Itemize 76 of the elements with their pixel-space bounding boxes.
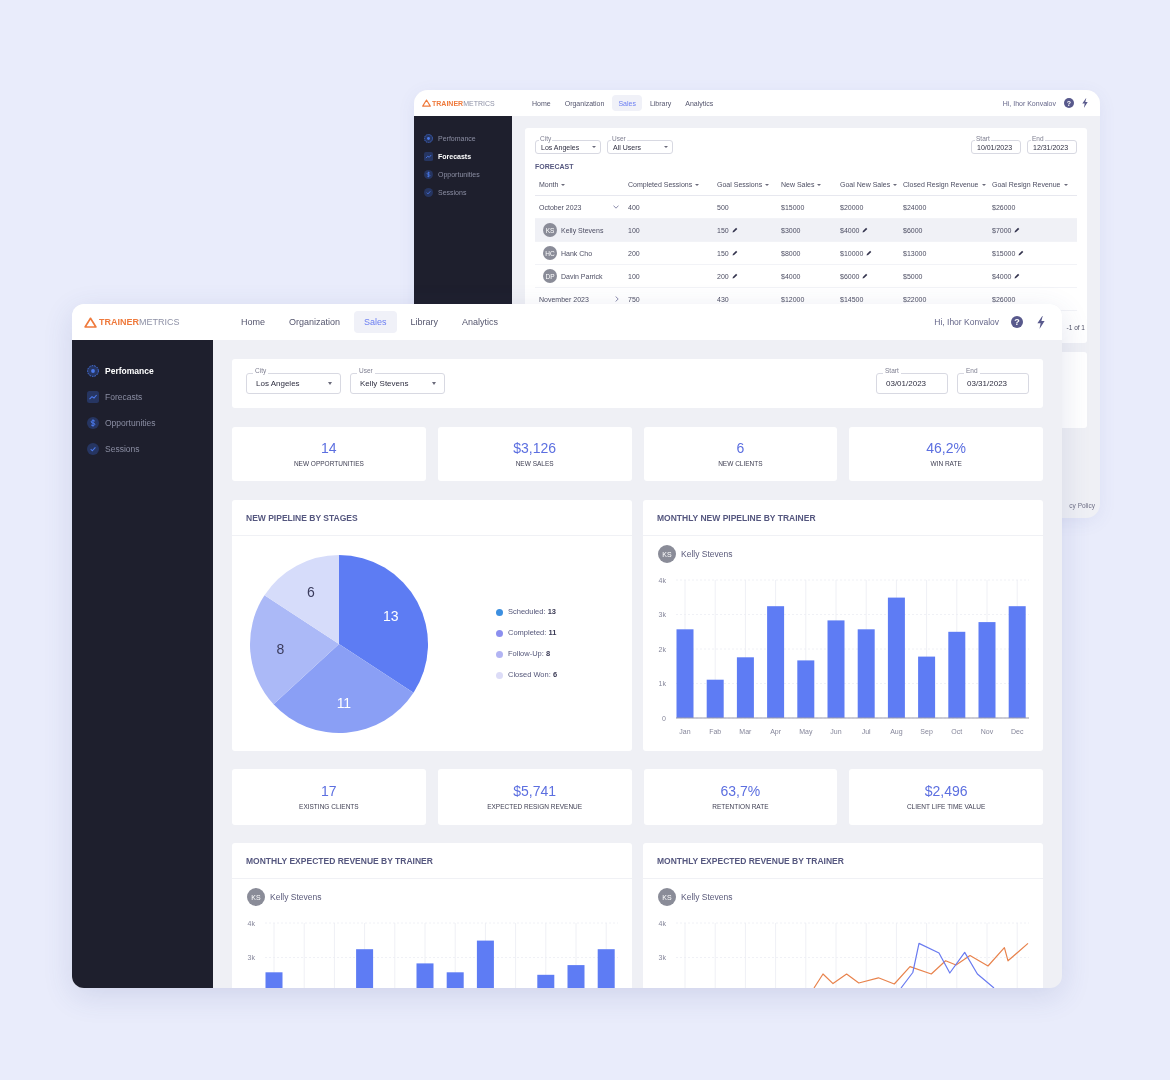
- stat-value: 63,7%: [720, 783, 761, 798]
- trainer-name: Kelly Stevens: [270, 892, 322, 902]
- pencil-icon[interactable]: [731, 250, 738, 256]
- stat-value: $2,496: [924, 783, 968, 798]
- stat-value: 14: [321, 440, 337, 455]
- sidebar-item[interactable]: Forecasts: [87, 390, 143, 404]
- chart-bar: [797, 660, 815, 718]
- chart-bar: [706, 679, 724, 718]
- stat-value: 17: [321, 783, 337, 798]
- caret-icon: [765, 183, 770, 186]
- chart-bar: [597, 949, 615, 988]
- user-greeting: Hi, Ihor Konvalov: [934, 317, 999, 327]
- pencil-icon[interactable]: [731, 227, 738, 233]
- trainer-name: Kelly Stevens: [681, 892, 733, 902]
- trend-chart-icon: [424, 151, 433, 161]
- caret-icon: [817, 183, 822, 186]
- caret-icon: [592, 146, 596, 148]
- caret-icon: [664, 146, 668, 148]
- pencil-icon[interactable]: [1014, 273, 1021, 279]
- nav-tab[interactable]: Library: [400, 311, 449, 333]
- triangle-logo-icon: [422, 99, 431, 107]
- caret-icon: [432, 382, 436, 385]
- slice-label: 11: [336, 694, 352, 710]
- pencil-icon[interactable]: [866, 250, 873, 256]
- chart-bar: [416, 963, 434, 988]
- trainer-name: Kelly Stevens: [681, 549, 733, 559]
- triangle-logo-icon: [84, 316, 97, 328]
- slice-label: 13: [382, 607, 399, 624]
- sidebar-item[interactable]: Perfomance: [87, 364, 154, 378]
- chart-bar: [265, 972, 283, 988]
- lightning-icon[interactable]: [1037, 315, 1045, 329]
- caret-icon: [561, 183, 566, 186]
- chart-bar: [567, 965, 585, 988]
- sidebar-item[interactable]: Sessions: [87, 442, 140, 456]
- caret-icon: [328, 382, 332, 385]
- stat-value: $5,741: [513, 783, 557, 798]
- chart-bar: [736, 657, 754, 718]
- sidebar-item[interactable]: Opportunities: [87, 416, 156, 430]
- chart-bar: [356, 949, 374, 988]
- logo-text: TRAINERMETRICS: [99, 317, 180, 327]
- chart-bar: [446, 972, 464, 988]
- chevron-right-icon[interactable]: [615, 296, 619, 302]
- slice-label: 8: [276, 640, 285, 657]
- pencil-icon[interactable]: [1018, 250, 1025, 256]
- stat-value: 46,2%: [926, 440, 966, 455]
- caret-icon: [981, 183, 986, 186]
- stat-value: $3,126: [513, 440, 557, 455]
- panel-title: MONTHLY NEW PIPELINE BY TRAINER: [657, 512, 816, 523]
- target-icon: [424, 133, 433, 143]
- check-circle-icon: [424, 187, 433, 197]
- dollar-icon: [424, 169, 433, 179]
- target-icon: [87, 365, 99, 377]
- chart-bar: [476, 940, 494, 988]
- nav-tab[interactable]: Organization: [279, 311, 351, 333]
- chart-bar: [537, 974, 555, 988]
- stat-value: 6: [736, 440, 745, 455]
- panel-title: MONTHLY EXPECTED REVENUE BY TRAINER: [657, 855, 844, 866]
- pencil-icon[interactable]: [862, 227, 869, 233]
- pencil-icon[interactable]: [862, 273, 869, 279]
- lightning-icon[interactable]: [1082, 98, 1088, 108]
- panel-title: NEW PIPELINE BY STAGES: [246, 512, 358, 523]
- panel-title: MONTHLY EXPECTED REVENUE BY TRAINER: [246, 855, 433, 866]
- pencil-icon[interactable]: [731, 273, 738, 279]
- caret-icon: [695, 183, 700, 186]
- check-circle-icon: [87, 443, 99, 455]
- trend-chart-icon: [87, 391, 99, 403]
- dollar-icon: [87, 417, 99, 429]
- chevron-down-icon[interactable]: [613, 205, 619, 209]
- help-button[interactable]: ?: [1011, 316, 1023, 328]
- nav-tab[interactable]: Home: [231, 311, 275, 333]
- slice-label: 6: [307, 583, 315, 600]
- chart-bar: [918, 656, 936, 718]
- pencil-icon[interactable]: [1014, 227, 1021, 233]
- nav-tab[interactable]: Analytics: [452, 311, 509, 333]
- caret-icon: [1063, 183, 1068, 186]
- caret-icon: [893, 183, 898, 186]
